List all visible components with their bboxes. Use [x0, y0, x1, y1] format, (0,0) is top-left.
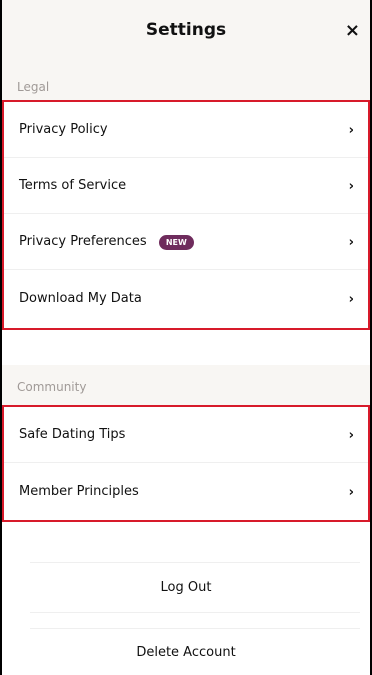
page-title: Settings [145, 20, 227, 40]
legal-row-label: Download My Data [19, 290, 142, 306]
community-group: Safe Dating Tips › Member Principles › [2, 405, 370, 522]
community-row-label: Member Principles [19, 483, 139, 499]
settings-screen: Settings × Legal Privacy Policy › Terms … [0, 0, 372, 675]
community-row-label: Safe Dating Tips [19, 427, 126, 442]
logout-button[interactable]: Log Out [2, 580, 370, 595]
community-section-header: Community [2, 365, 370, 405]
legal-section-header: Legal [2, 62, 370, 100]
community-safe-dating-tips-row[interactable]: Safe Dating Tips › [4, 407, 368, 463]
privacy-preferences-label: Privacy Preferences [19, 233, 147, 249]
chevron-right-icon: › [348, 428, 354, 443]
legal-row-label: Privacy Policy [19, 122, 108, 137]
chevron-right-icon: › [348, 291, 354, 307]
chevron-right-icon: › [348, 484, 354, 500]
legal-group: Privacy Policy › Terms of Service › Priv… [2, 100, 370, 330]
divider-line [30, 612, 360, 613]
legal-download-data-row[interactable]: Download My Data › [4, 270, 368, 326]
chevron-right-icon: › [348, 123, 354, 138]
divider-line [30, 562, 360, 563]
divider-line [30, 628, 360, 629]
legal-section-title: Legal [17, 80, 50, 94]
delete-account-button[interactable]: Delete Account [2, 645, 370, 660]
legal-privacy-preferences-row[interactable]: Privacy Preferences NEW › [4, 214, 368, 270]
new-badge: NEW [158, 234, 194, 250]
community-member-principles-row[interactable]: Member Principles › [4, 463, 368, 519]
chevron-right-icon: › [348, 179, 354, 194]
legal-privacy-policy-row[interactable]: Privacy Policy › [4, 102, 368, 158]
legal-row-label: Privacy Preferences NEW [19, 234, 349, 250]
close-button[interactable]: × [345, 20, 360, 41]
settings-header: Settings × [2, 0, 370, 62]
section-spacer [2, 330, 370, 365]
chevron-right-icon: › [348, 235, 354, 250]
legal-terms-row[interactable]: Terms of Service › [4, 158, 368, 214]
legal-row-label: Terms of Service [19, 178, 127, 193]
community-section-title: Community [17, 380, 87, 394]
